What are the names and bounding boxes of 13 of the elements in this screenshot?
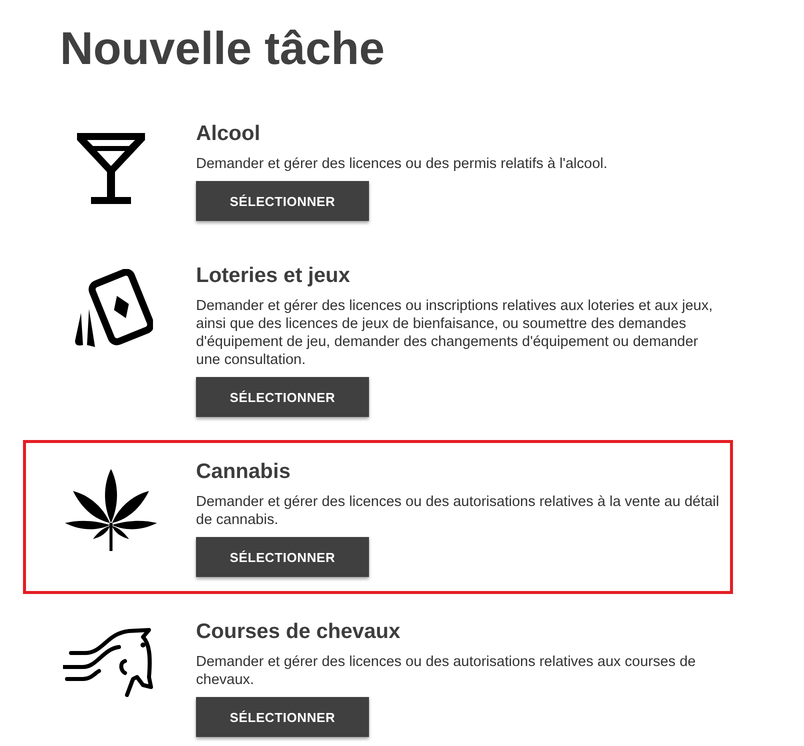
task-heading: Cannabis <box>196 459 291 485</box>
task-description: Demander et gérer des licences ou des autorisations relatives aux courses de chevaux. <box>196 653 697 689</box>
select-button[interactable]: SÉLECTIONNER <box>196 181 369 221</box>
select-button[interactable]: SÉLECTIONNER <box>196 377 369 417</box>
task-description: Demander et gérer des licences ou des autorisations relatives à la vente au détail de cannabis. <box>196 493 720 529</box>
task-heading: Alcool <box>196 121 260 147</box>
task-description: Demander et gérer des licences ou des permis relatifs à l'alcool. <box>196 155 608 173</box>
select-button[interactable]: SÉLECTIONNER <box>196 537 369 577</box>
task-description: Demander et gérer des licences ou inscriptions relatives aux loteries et aux jeux, ainsi que des licences de jeux de bienfaisance, ou soumettre des demandes d'équipement de jeu, demander des changements d'équipement ou demander une consultation. <box>196 297 714 369</box>
task-heading: Loteries et jeux <box>196 263 350 289</box>
page-title: Nouvelle tâche <box>60 21 386 76</box>
task-heading: Courses de chevaux <box>196 619 400 645</box>
select-button[interactable]: SÉLECTIONNER <box>196 697 369 737</box>
